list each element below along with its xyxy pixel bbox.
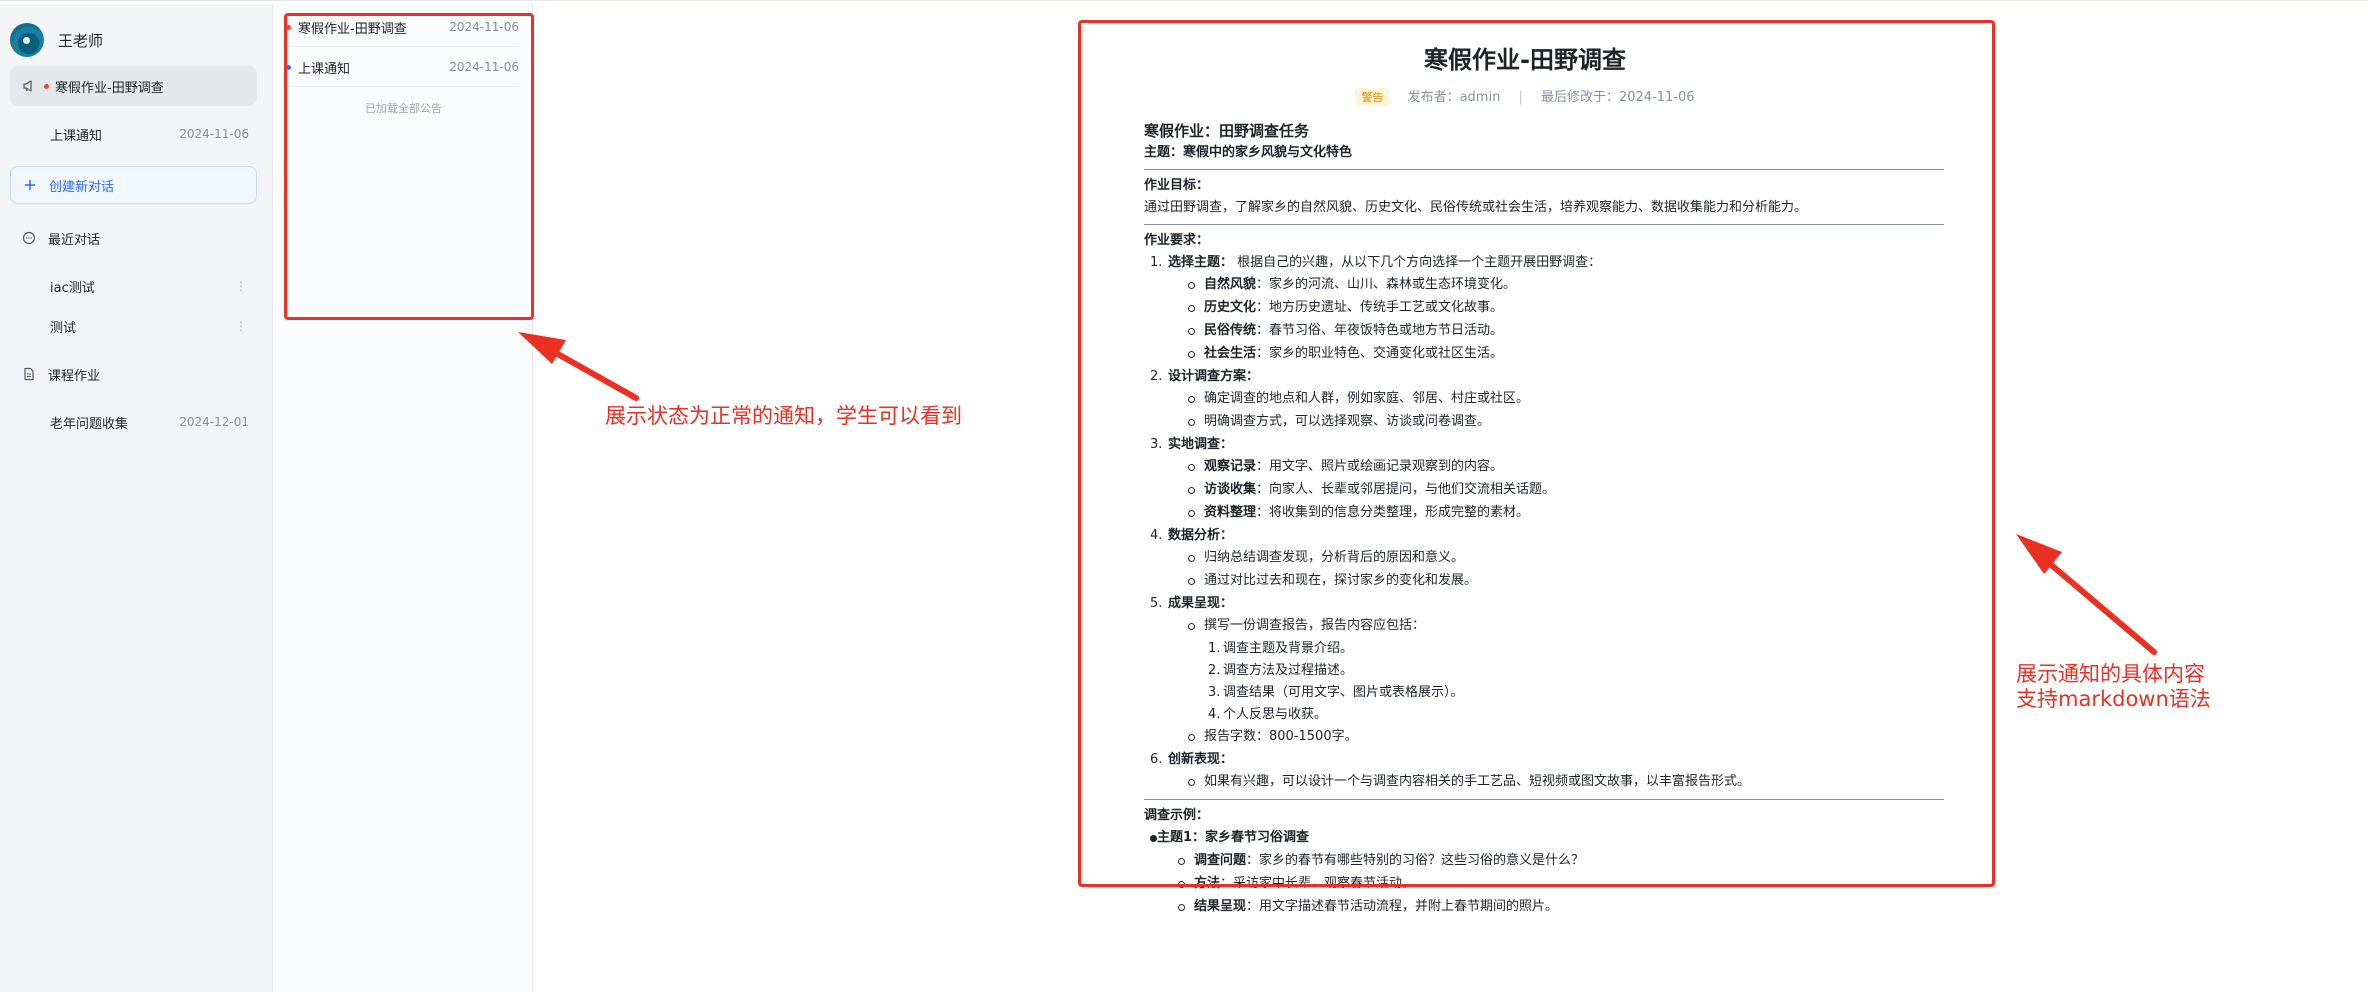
annotation-box-list <box>284 13 534 320</box>
sidebar-section-label: 最近对话 <box>48 232 101 248</box>
avatar <box>10 23 44 57</box>
list-item: 结果呈现：用文字描述春节活动流程，并附上春节期间的照片。 <box>1178 896 1944 919</box>
sidebar-section-recent[interactable]: 最近对话 <box>10 218 257 258</box>
sidebar-item-date: 2024-12-01 <box>179 415 249 429</box>
sidebar-item-label: 寒假作业-田野调查 <box>55 80 164 96</box>
term: 结果呈现 <box>1194 899 1247 914</box>
sidebar-item-label: 上课通知 <box>50 128 103 144</box>
annotation-box-content <box>1078 20 1995 887</box>
sidebar-item-label: iac测试 <box>50 280 95 296</box>
sidebar-item-chat[interactable]: 测试 ⋮ <box>10 306 257 346</box>
status-dot <box>44 83 49 89</box>
plus-icon <box>19 174 41 196</box>
annotation-note-right-2: 支持markdown语法 <box>2016 687 2211 711</box>
sidebar-item-label: 老年问题收集 <box>50 416 129 432</box>
sidebar-item-active-notice[interactable]: 寒假作业-田野调查 <box>10 66 257 106</box>
create-chat-label: 创建新对话 <box>49 179 115 195</box>
sidebar-section-homework[interactable]: 课程作业 <box>10 354 257 394</box>
bullet <box>1178 896 1194 919</box>
sidebar-item-date: 2024-11-06 <box>179 127 249 141</box>
sidebar-item-homework[interactable]: 老年问题收集 2024-12-01 <box>10 402 257 442</box>
document-icon <box>18 363 40 385</box>
create-chat-button[interactable]: 创建新对话 <box>10 166 257 204</box>
description: ：用文字描述春节活动流程，并附上春节期间的照片。 <box>1246 899 1559 914</box>
more-options-icon[interactable]: ⋮ <box>235 279 247 293</box>
megaphone-icon <box>18 75 40 97</box>
user-name: 王老师 <box>58 31 104 50</box>
user-profile[interactable]: 王老师 <box>10 22 103 58</box>
sidebar: 王老师 寒假作业-田野调查 上课通知 2024-11-06 创建新对话 最近对话… <box>0 4 273 992</box>
annotation-note-right-1: 展示通知的具体内容 <box>2016 662 2205 686</box>
more-options-icon[interactable]: ⋮ <box>235 319 247 333</box>
sidebar-section-label: 课程作业 <box>48 368 101 384</box>
sidebar-item-class-notice[interactable]: 上课通知 2024-11-06 <box>10 114 257 154</box>
chat-bubble-icon <box>18 227 40 249</box>
arrow-left-icon <box>518 332 639 401</box>
annotation-note-left: 展示状态为正常的通知，学生可以看到 <box>605 404 962 428</box>
arrow-right-icon <box>2016 534 2157 655</box>
sidebar-item-label: 测试 <box>50 320 77 336</box>
sidebar-item-chat[interactable]: iac测试 ⋮ <box>10 266 257 306</box>
